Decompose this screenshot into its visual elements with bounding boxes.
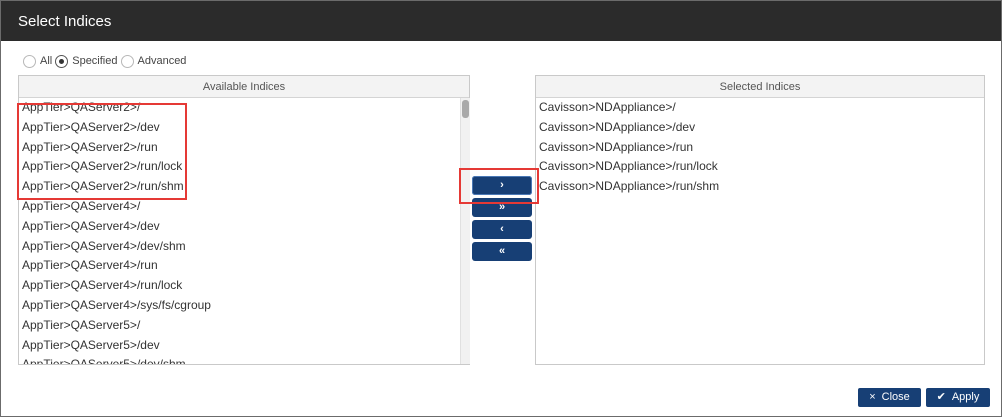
radio-specified-circle[interactable] [55, 54, 69, 68]
remove-selected-button[interactable]: ‹ [472, 220, 532, 239]
list-item[interactable]: Cavisson>NDAppliance>/run/lock [536, 157, 984, 177]
selected-indices-list[interactable]: Cavisson>NDAppliance>/ Cavisson>NDApplia… [536, 98, 984, 364]
list-item[interactable]: AppTier>QAServer4>/run [19, 256, 470, 276]
radio-all[interactable]: All [23, 54, 53, 68]
radio-advanced[interactable]: Advanced [120, 54, 187, 68]
available-list-scrollbar[interactable] [460, 98, 470, 364]
select-indices-dialog: Select Indices All Specified Advanced Av… [0, 0, 1002, 417]
list-item[interactable]: AppTier>QAServer4>/sys/fs/cgroup [19, 296, 470, 316]
radio-advanced-circle[interactable] [120, 54, 134, 68]
apply-button[interactable]: ✔ Apply [926, 388, 990, 407]
radio-specified[interactable]: Specified [55, 54, 118, 68]
list-item[interactable]: AppTier>QAServer5>/dev/shm [19, 355, 470, 364]
move-selected-button[interactable]: › [472, 176, 532, 195]
remove-all-button[interactable]: « [472, 242, 532, 261]
list-item[interactable]: AppTier>QAServer4>/ [19, 197, 470, 217]
list-item[interactable]: AppTier>QAServer4>/dev [19, 217, 470, 237]
move-all-button[interactable]: » [472, 198, 532, 217]
radio-specified-label: Specified [72, 55, 118, 67]
list-item[interactable]: AppTier>QAServer4>/run/lock [19, 276, 470, 296]
list-item[interactable]: Cavisson>NDAppliance>/dev [536, 118, 984, 138]
list-item[interactable]: AppTier>QAServer5>/dev [19, 336, 470, 356]
radio-all-label: All [40, 55, 53, 67]
selected-indices-header: Selected Indices [536, 76, 984, 98]
mode-radio-group: All Specified Advanced [23, 54, 189, 68]
dialog-title: Select Indices [18, 13, 112, 30]
check-icon: ✔ [936, 391, 946, 403]
radio-all-circle[interactable] [23, 54, 36, 68]
list-item[interactable]: AppTier>QAServer2>/run [19, 138, 470, 158]
list-item[interactable]: AppTier>QAServer4>/dev/shm [19, 237, 470, 257]
available-indices-header: Available Indices [19, 76, 469, 98]
selected-indices-panel: Selected Indices Cavisson>NDAppliance>/ … [535, 75, 985, 365]
list-item[interactable]: AppTier>QAServer5>/ [19, 316, 470, 336]
close-button[interactable]: × Close [858, 388, 921, 407]
close-button-label: Close [881, 391, 910, 403]
list-item[interactable]: AppTier>QAServer2>/dev [19, 118, 470, 138]
list-item[interactable]: Cavisson>NDAppliance>/run/shm [536, 177, 984, 197]
list-item[interactable]: Cavisson>NDAppliance>/run [536, 138, 984, 158]
dialog-titlebar: Select Indices [1, 1, 1001, 41]
list-item[interactable]: AppTier>QAServer2>/run/lock [19, 157, 470, 177]
list-item[interactable]: AppTier>QAServer2>/ [19, 98, 470, 118]
list-item[interactable]: Cavisson>NDAppliance>/ [536, 98, 984, 118]
radio-advanced-label: Advanced [137, 55, 187, 67]
apply-button-label: Apply [951, 391, 980, 403]
close-icon: × [869, 391, 876, 403]
scrollbar-thumb[interactable] [462, 100, 469, 118]
available-indices-panel: Available Indices AppTier>QAServer2>/ Ap… [18, 75, 470, 365]
available-indices-list[interactable]: AppTier>QAServer2>/ AppTier>QAServer2>/d… [19, 98, 470, 364]
list-item[interactable]: AppTier>QAServer2>/run/shm [19, 177, 470, 197]
